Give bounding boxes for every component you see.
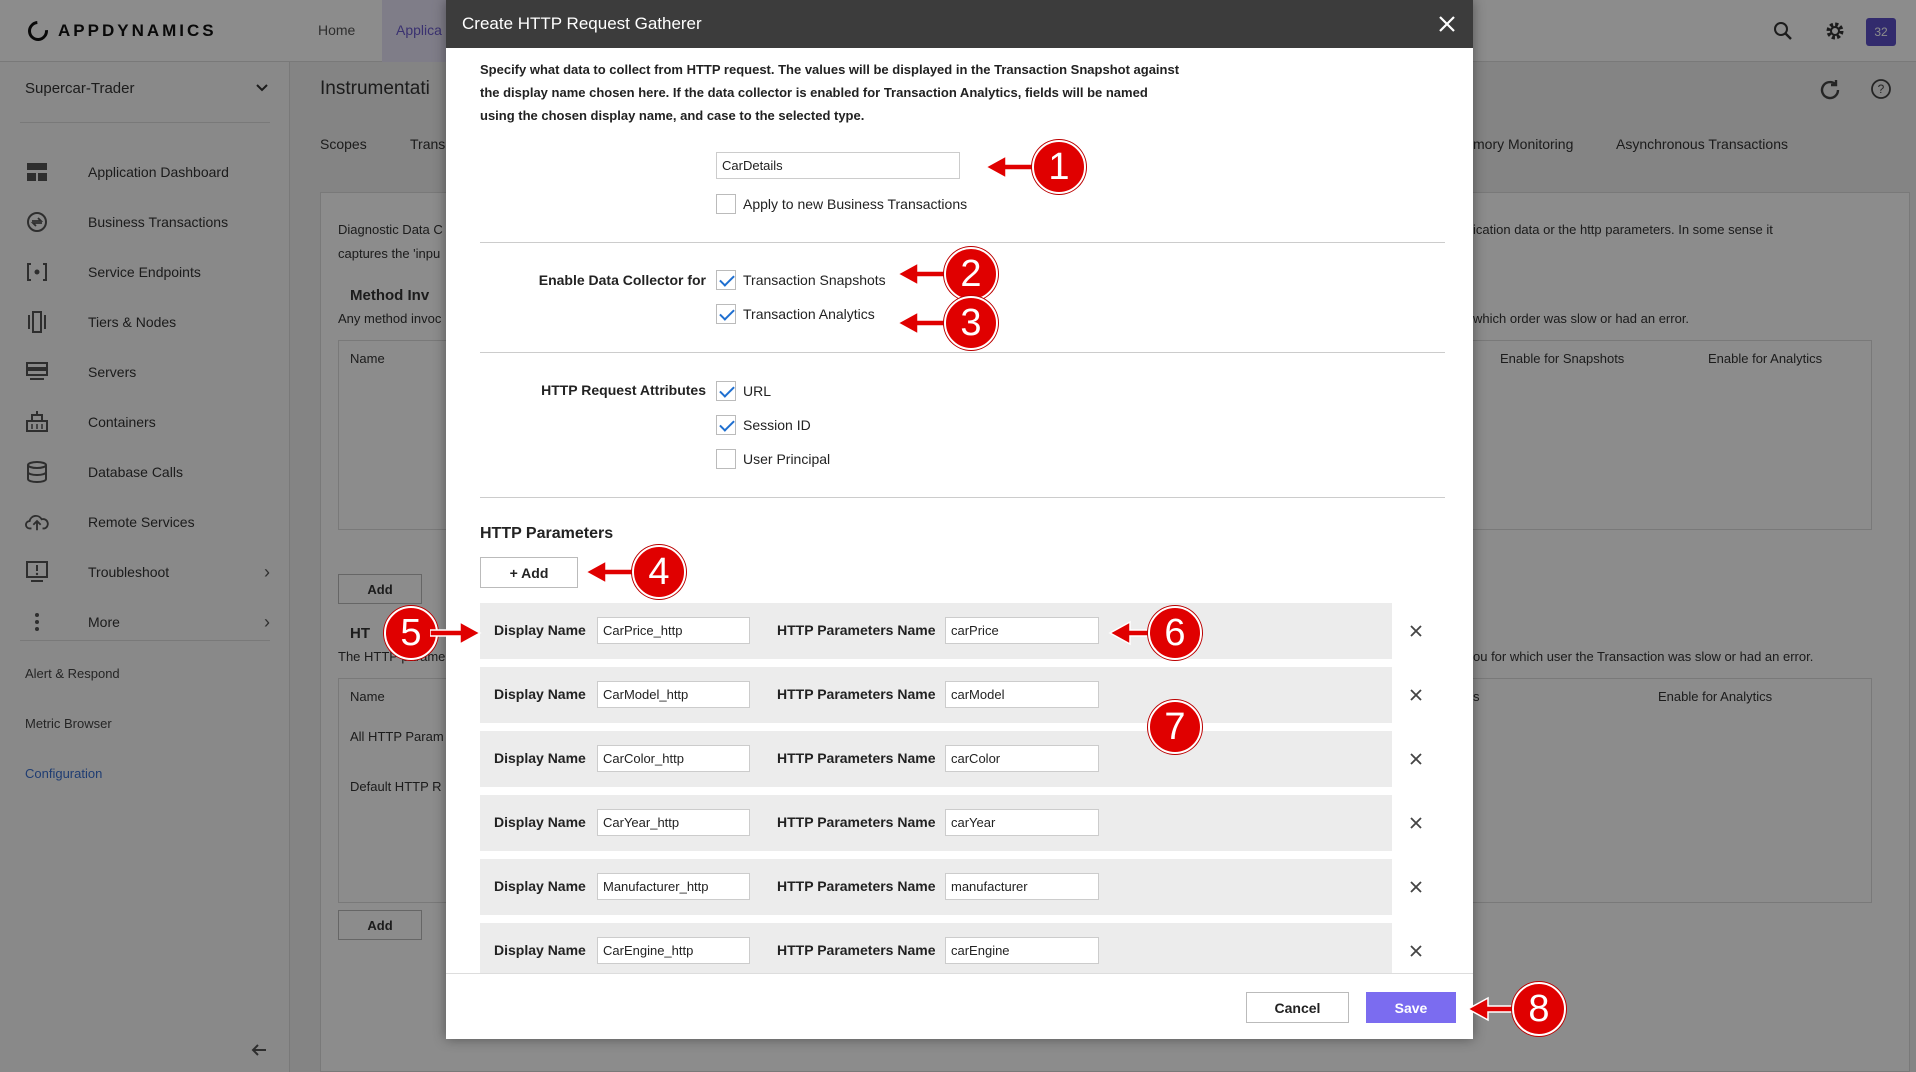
callout-2: 2 xyxy=(944,247,998,301)
url-checkbox[interactable] xyxy=(716,381,736,401)
session-id-checkbox[interactable] xyxy=(716,415,736,435)
user-principal-checkbox[interactable] xyxy=(716,449,736,469)
http-parameter-name-input[interactable] xyxy=(945,745,1099,772)
display-name-label: Display Name xyxy=(494,622,586,638)
http-parameter-name-label: HTTP Parameters Name xyxy=(777,814,936,830)
http-parameter-name-label: HTTP Parameters Name xyxy=(777,878,936,894)
transaction-snapshots-label: Transaction Snapshots xyxy=(743,272,886,288)
remove-row-icon[interactable] xyxy=(1406,813,1426,833)
http-parameter-name-label: HTTP Parameters Name xyxy=(777,750,936,766)
remove-row-icon[interactable] xyxy=(1406,877,1426,897)
parameter-row: Display Name HTTP Parameters Name xyxy=(480,923,1392,973)
callout-3: 3 xyxy=(944,296,998,350)
dialog-footer: Cancel Save xyxy=(446,973,1473,1039)
add-parameter-button[interactable]: + Add xyxy=(480,557,578,588)
http-parameter-name-input[interactable] xyxy=(945,809,1099,836)
dialog-title: Create HTTP Request Gatherer xyxy=(462,14,702,33)
http-parameters-title: HTTP Parameters xyxy=(480,525,614,542)
callout-4: 4 xyxy=(632,545,686,599)
http-parameter-name-label: HTTP Parameters Name xyxy=(777,942,936,958)
http-request-attributes-label: HTTP Request Attributes xyxy=(541,382,706,398)
display-name-label: Display Name xyxy=(494,686,586,702)
http-parameter-name-input[interactable] xyxy=(945,617,1099,644)
parameter-row: Display Name HTTP Parameters Name xyxy=(480,731,1392,787)
url-label: URL xyxy=(743,383,772,399)
callout-6: 6 xyxy=(1148,606,1202,660)
cancel-button[interactable]: Cancel xyxy=(1246,992,1349,1023)
session-id-label: Session ID xyxy=(743,417,811,433)
divider xyxy=(480,497,1445,498)
http-parameter-name-label: HTTP Parameters Name xyxy=(777,622,936,638)
dialog-description: Specify what data to collect from HTTP r… xyxy=(480,62,1180,123)
display-name-input[interactable] xyxy=(597,745,750,772)
display-name-label: Display Name xyxy=(494,814,586,830)
display-name-input[interactable] xyxy=(597,809,750,836)
enable-data-collector-label: Enable Data Collector for xyxy=(538,272,706,288)
user-principal-label: User Principal xyxy=(743,451,831,467)
display-name-input[interactable] xyxy=(597,937,750,964)
create-http-request-gatherer-dialog: Create HTTP Request Gatherer Specify wha… xyxy=(446,0,1473,1039)
name-input[interactable] xyxy=(716,152,960,179)
callout-7: 7 xyxy=(1148,700,1202,754)
transaction-analytics-label: Transaction Analytics xyxy=(743,306,875,322)
transaction-snapshots-checkbox[interactable] xyxy=(716,270,736,290)
parameter-row: Display Name HTTP Parameters Name xyxy=(480,795,1392,851)
http-parameter-name-input[interactable] xyxy=(945,873,1099,900)
save-button[interactable]: Save xyxy=(1366,992,1456,1023)
dialog-body: Specify what data to collect from HTTP r… xyxy=(446,48,1473,973)
http-parameter-name-input[interactable] xyxy=(945,937,1099,964)
http-parameter-name-input[interactable] xyxy=(945,681,1099,708)
display-name-label: Display Name xyxy=(494,750,586,766)
display-name-input[interactable] xyxy=(597,681,750,708)
divider xyxy=(480,242,1445,243)
display-name-input[interactable] xyxy=(597,873,750,900)
display-name-label: Display Name xyxy=(494,878,586,894)
apply-to-new-bt-label: Apply to new Business Transactions xyxy=(743,196,968,212)
callout-1: 1 xyxy=(1032,140,1086,194)
remove-row-icon[interactable] xyxy=(1406,941,1426,961)
remove-row-icon[interactable] xyxy=(1406,749,1426,769)
remove-row-icon[interactable] xyxy=(1406,621,1426,641)
callout-8: 8 xyxy=(1512,982,1566,1036)
divider xyxy=(480,352,1445,353)
parameter-row: Display Name HTTP Parameters Name xyxy=(480,859,1392,915)
display-name-input[interactable] xyxy=(597,617,750,644)
close-icon[interactable] xyxy=(1435,12,1459,36)
remove-row-icon[interactable] xyxy=(1406,685,1426,705)
http-parameter-name-label: HTTP Parameters Name xyxy=(777,686,936,702)
display-name-label: Display Name xyxy=(494,942,586,958)
parameter-row: Display Name HTTP Parameters Name xyxy=(480,667,1392,723)
parameter-row: Display Name HTTP Parameters Name xyxy=(480,603,1392,659)
apply-to-new-bt-checkbox[interactable] xyxy=(716,194,736,214)
dialog-header: Create HTTP Request Gatherer xyxy=(446,0,1473,48)
callout-arrow xyxy=(430,620,482,646)
transaction-analytics-checkbox[interactable] xyxy=(716,304,736,324)
